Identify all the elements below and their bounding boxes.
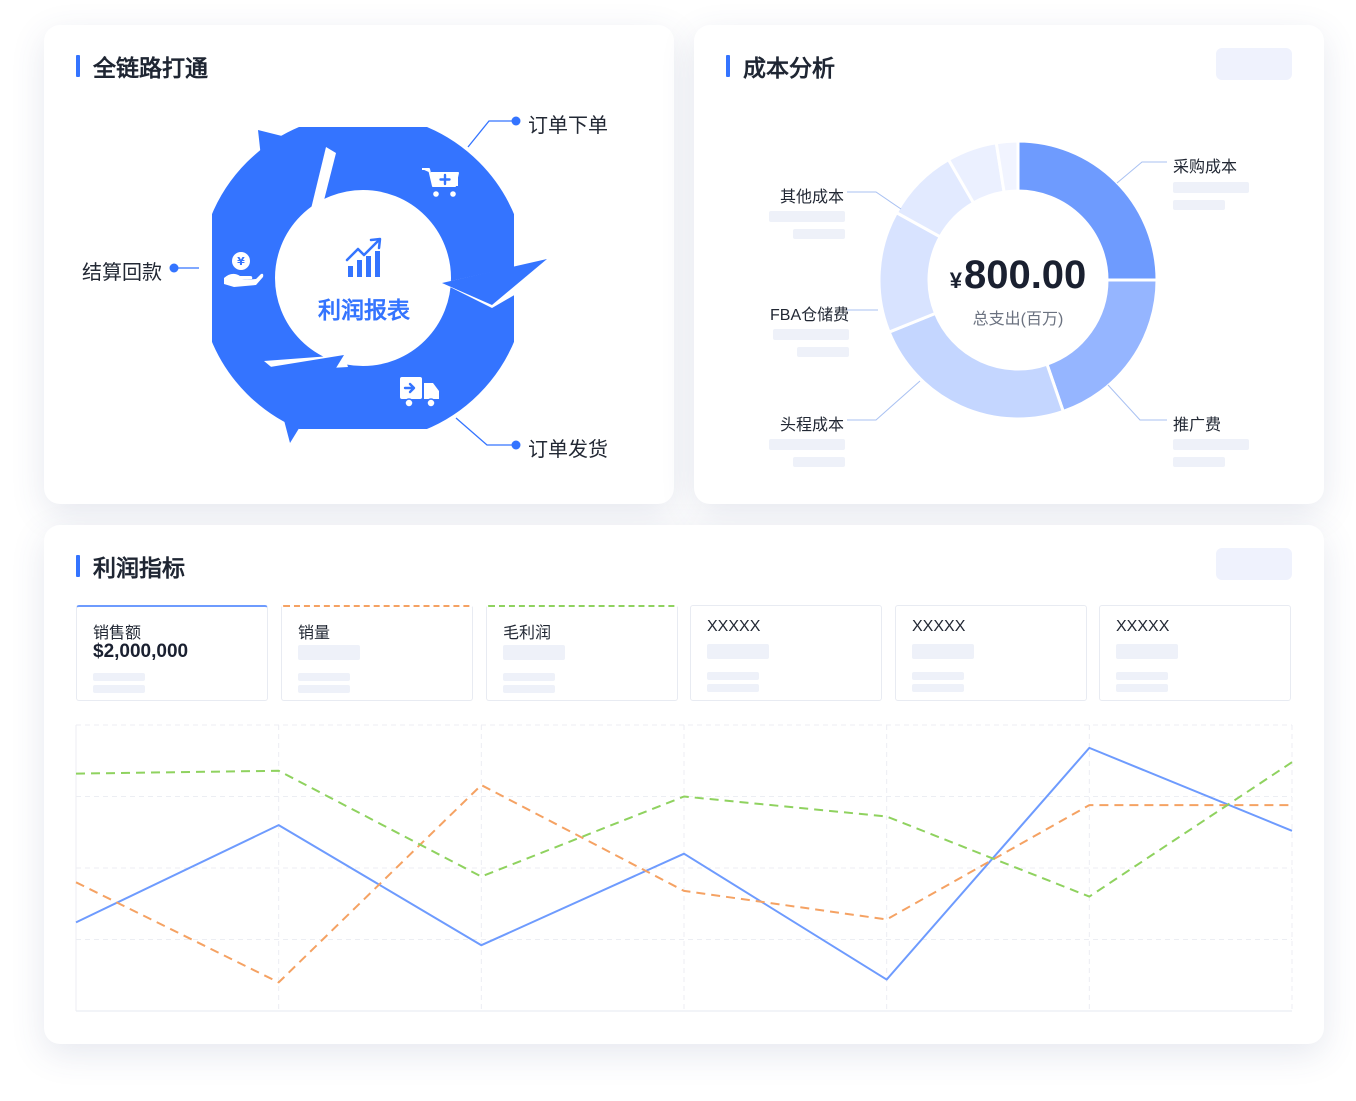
legend-placeholder (793, 457, 845, 467)
legend-placeholder (793, 229, 845, 239)
legend-fba-storage-fee: FBA仓储费 (770, 307, 850, 324)
callout-line-ship (455, 417, 516, 446)
legend-other-cost: 其他成本 (780, 189, 845, 206)
profit-report-icon (345, 237, 382, 277)
donut-total-amount: ¥800.00 (918, 253, 1118, 298)
cost-analysis-card: 成本分析 ¥800.00 总支出(百万) 采购成本 推广费 头程成本 FBA仓储… (694, 25, 1324, 504)
legend-placeholder (773, 329, 849, 340)
legend-placeholder (1173, 182, 1249, 193)
legend-placeholder (769, 211, 845, 222)
legend-first-leg-cost: 头程成本 (780, 417, 845, 434)
legend-placeholder (1173, 457, 1225, 467)
profit-metrics-card: 利润指标 销售额 $2,000,000 销量 毛利润 XXXXX XXXXX X… (44, 525, 1324, 1044)
currency-symbol: ¥ (949, 268, 962, 293)
leader-line-promotion (1107, 384, 1167, 421)
leader-line-purchase (1116, 161, 1167, 184)
total-value: 800.00 (963, 253, 1087, 297)
callout-line-order (467, 120, 516, 148)
step-settlement: 结算回款 (82, 262, 162, 284)
step-order-placed: 订单下单 (528, 115, 608, 137)
donut-segment-promotion (1045, 278, 1159, 414)
leader-line-other (847, 191, 902, 210)
legend-placeholder (769, 439, 845, 450)
donut-segment-first-leg (887, 311, 1066, 421)
profit-line-chart (75, 724, 1293, 1012)
legend-placeholder (1173, 439, 1249, 450)
step-order-shipped: 订单发货 (528, 439, 608, 461)
legend-placeholder (797, 347, 849, 357)
legend-purchase-cost: 采购成本 (1173, 159, 1238, 176)
legend-placeholder (1173, 200, 1225, 210)
leader-line-first-leg (847, 380, 921, 421)
donut-total-caption: 总支出(百万) (972, 311, 1064, 328)
supply-chain-card: 全链路打通 ¥ 利润报表 订单下单 订单发货 结算回款 (44, 25, 674, 504)
svg-text:¥: ¥ (237, 255, 245, 268)
legend-promotion-fee: 推广费 (1173, 417, 1222, 434)
chart-grid (75, 724, 1293, 1012)
profit-report-label: 利润报表 (318, 297, 410, 323)
